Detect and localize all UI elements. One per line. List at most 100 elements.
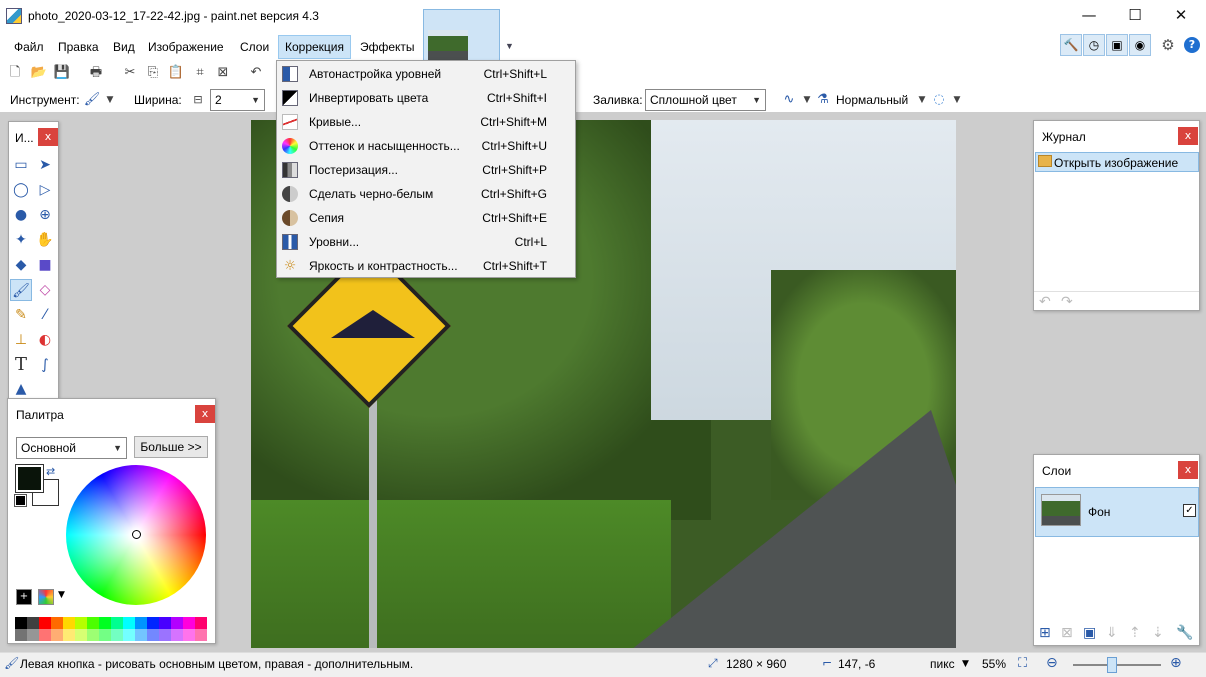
colors-window-toggle-icon[interactable]: ◉ bbox=[1129, 34, 1151, 56]
palette-swatch[interactable] bbox=[111, 629, 123, 641]
blend-mode-value[interactable]: Нормальный bbox=[836, 90, 908, 110]
menu-item-curves[interactable]: Кривые... Ctrl+Shift+M bbox=[277, 110, 575, 134]
fill-mode-select[interactable]: Сплошной цвет ▼ bbox=[645, 89, 766, 111]
palette-swatch[interactable] bbox=[51, 617, 63, 629]
palette-menu-icon[interactable] bbox=[38, 589, 54, 605]
palette-swatch[interactable] bbox=[147, 629, 159, 641]
menu-item-hue-saturation[interactable]: Оттенок и насыщенность... Ctrl+Shift+U bbox=[277, 134, 575, 158]
open-file-icon[interactable]: 📂 bbox=[29, 63, 49, 83]
palette-swatch[interactable] bbox=[183, 629, 195, 641]
zoom-in-icon[interactable]: ⊕ bbox=[1170, 655, 1182, 671]
zoom-tool-icon[interactable]: ⊕ bbox=[34, 204, 56, 226]
palette-swatch[interactable] bbox=[27, 629, 39, 641]
print-icon[interactable]: 🖶 bbox=[86, 63, 106, 83]
gradient-tool-icon[interactable]: ■ bbox=[34, 254, 56, 276]
shapes-tool-icon[interactable]: ▲ bbox=[10, 378, 32, 400]
color-wheel[interactable] bbox=[66, 465, 206, 605]
history-window-toggle-icon[interactable]: ◷ bbox=[1083, 34, 1105, 56]
line-curve-tool-icon[interactable]: ∫ bbox=[34, 354, 56, 376]
menu-item-invert-colors[interactable]: Инвертировать цвета Ctrl+Shift+I bbox=[277, 86, 575, 110]
pencil-tool-icon[interactable]: ✎ bbox=[10, 304, 32, 326]
tool-dropdown-chevron-icon[interactable]: ▼ bbox=[100, 90, 120, 110]
palette-swatch[interactable] bbox=[159, 629, 171, 641]
crop-icon[interactable]: ⌗ bbox=[190, 63, 210, 83]
history-item[interactable]: Открыть изображение bbox=[1035, 152, 1199, 172]
menu-file[interactable]: Файл bbox=[8, 35, 50, 59]
help-icon[interactable]: ? bbox=[1184, 37, 1200, 53]
primary-color-swatch[interactable] bbox=[15, 464, 44, 493]
add-color-icon[interactable]: + bbox=[16, 589, 32, 605]
move-selection-tool-icon[interactable]: ▷ bbox=[34, 179, 56, 201]
clone-stamp-tool-icon[interactable]: ⊥ bbox=[10, 329, 32, 351]
palette-mode-select[interactable]: Основной ▼ bbox=[16, 437, 127, 459]
zoom-to-window-icon[interactable]: ⛶ bbox=[1018, 656, 1027, 671]
zoom-out-icon[interactable]: ⊖ bbox=[1046, 655, 1058, 671]
palette-swatch[interactable] bbox=[99, 629, 111, 641]
palette-swatch[interactable] bbox=[63, 617, 75, 629]
palette-swatch[interactable] bbox=[27, 617, 39, 629]
palette-swatch[interactable] bbox=[15, 629, 27, 641]
merge-layer-icon[interactable]: ⇓ bbox=[1106, 625, 1118, 641]
units-select[interactable]: пикс bbox=[930, 657, 955, 671]
menu-item-levels[interactable]: Уровни... Ctrl+L bbox=[277, 230, 575, 254]
palette-swatch[interactable] bbox=[195, 629, 207, 641]
menu-adjustments[interactable]: Коррекция bbox=[278, 35, 352, 59]
history-undo-icon[interactable]: ↶ bbox=[1039, 294, 1051, 310]
copy-icon[interactable]: ⎘ bbox=[143, 63, 163, 83]
palette-swatch[interactable] bbox=[171, 617, 183, 629]
palette-swatch[interactable] bbox=[183, 617, 195, 629]
palette-swatch[interactable] bbox=[123, 617, 135, 629]
menu-image[interactable]: Изображение bbox=[142, 35, 230, 59]
units-chevron-icon[interactable]: ▼ bbox=[962, 659, 969, 669]
palette-swatch[interactable] bbox=[39, 629, 51, 641]
blend-mode-icon[interactable]: ⚗ bbox=[813, 90, 833, 110]
pan-tool-icon[interactable]: ✋ bbox=[34, 229, 56, 251]
palette-swatch[interactable] bbox=[135, 629, 147, 641]
palette-more-button[interactable]: Больше >> bbox=[134, 436, 208, 458]
antialiasing-icon[interactable]: ∿ bbox=[779, 90, 799, 110]
menu-item-sepia[interactable]: Сепия Ctrl+Shift+E bbox=[277, 206, 575, 230]
layer-row[interactable]: Фон ✓ bbox=[1035, 487, 1199, 537]
layer-properties-icon[interactable]: 🔧 bbox=[1176, 625, 1193, 641]
layers-window-toggle-icon[interactable]: ▣ bbox=[1106, 34, 1128, 56]
save-icon[interactable]: 💾 bbox=[52, 63, 72, 83]
palette-swatch[interactable] bbox=[51, 629, 63, 641]
menu-view[interactable]: Вид bbox=[107, 35, 141, 59]
color-wheel-cursor[interactable] bbox=[132, 530, 141, 539]
palette-swatch[interactable] bbox=[75, 617, 87, 629]
zoom-slider-track[interactable] bbox=[1073, 664, 1161, 666]
palette-swatch[interactable] bbox=[111, 617, 123, 629]
delete-layer-icon[interactable]: ⊠ bbox=[1061, 625, 1073, 641]
new-file-icon[interactable]: 🗋 bbox=[5, 63, 25, 83]
settings-gear-icon[interactable]: ⚙ bbox=[1159, 36, 1177, 54]
width-decrease-icon[interactable]: ⊟ bbox=[188, 90, 208, 110]
layers-panel-close-button[interactable]: x bbox=[1178, 461, 1198, 479]
zoom-slider-thumb[interactable] bbox=[1107, 657, 1117, 673]
menu-item-black-and-white[interactable]: Сделать черно-белым Ctrl+Shift+G bbox=[277, 182, 575, 206]
ellipse-select-tool-icon[interactable]: ● bbox=[10, 204, 32, 226]
palette-swatch[interactable] bbox=[159, 617, 171, 629]
text-tool-icon[interactable]: T bbox=[10, 354, 32, 376]
palette-swatch[interactable] bbox=[63, 629, 75, 641]
palette-menu-chevron-icon[interactable]: ▼ bbox=[58, 590, 65, 600]
palette-swatch[interactable] bbox=[87, 617, 99, 629]
selection-clipping-chevron-icon[interactable]: ▼ bbox=[947, 90, 967, 110]
menu-item-posterize[interactable]: Постеризация... Ctrl+Shift+P bbox=[277, 158, 575, 182]
reset-colors-icon[interactable] bbox=[14, 494, 27, 507]
selection-clipping-icon[interactable]: ◌ bbox=[929, 90, 949, 110]
recolor-tool-icon[interactable]: ◐ bbox=[34, 329, 56, 351]
lasso-select-tool-icon[interactable]: ◯ bbox=[10, 179, 32, 201]
palette-swatch[interactable] bbox=[87, 629, 99, 641]
move-selected-tool-icon[interactable]: ➤ bbox=[34, 154, 56, 176]
tools-window-toggle-icon[interactable]: 🔨 bbox=[1060, 34, 1082, 56]
undo-icon[interactable]: ↶ bbox=[246, 63, 266, 83]
palette-mode-chevron-icon[interactable]: ▼ bbox=[113, 438, 122, 458]
rectangle-select-tool-icon[interactable]: ▭ bbox=[10, 154, 32, 176]
width-field[interactable]: 2 ▼ bbox=[210, 89, 265, 111]
width-dropdown-chevron-icon[interactable]: ▼ bbox=[251, 90, 260, 110]
menu-item-auto-level[interactable]: Автонастройка уровней Ctrl+Shift+L bbox=[277, 62, 575, 86]
zoom-level[interactable]: 55% bbox=[982, 657, 1006, 671]
eraser-tool-icon[interactable]: ◇ bbox=[34, 279, 56, 301]
history-redo-icon[interactable]: ↷ bbox=[1061, 294, 1073, 310]
close-button[interactable]: ✕ bbox=[1158, 0, 1204, 32]
